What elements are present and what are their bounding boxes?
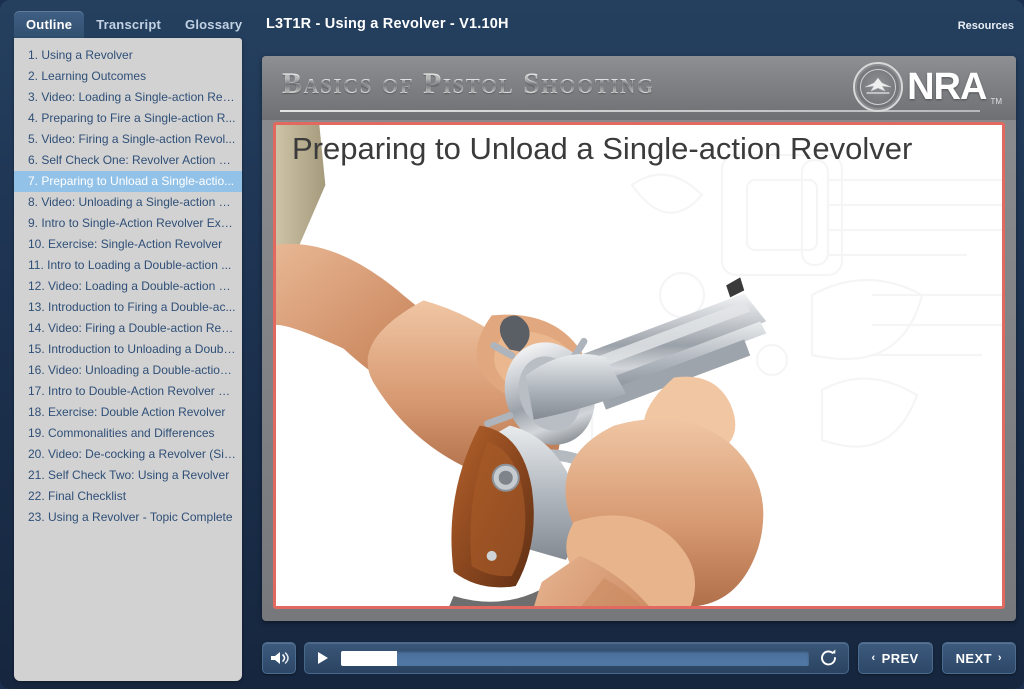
- volume-button[interactable]: [262, 642, 296, 674]
- outline-item[interactable]: 8. Video: Unloading a Single-action R...: [14, 192, 242, 213]
- next-button-label: NEXT: [955, 650, 992, 666]
- outline-item[interactable]: 7. Preparing to Unload a Single-actio...: [14, 171, 242, 192]
- page-title: L3T1R - Using a Revolver - V1.10H: [266, 16, 509, 32]
- outline-item-label: 8. Video: Unloading a Single-action R...: [28, 195, 238, 209]
- outline-item-label: 7. Preparing to Unload a Single-actio...: [28, 174, 235, 188]
- next-button[interactable]: NEXT ›: [941, 642, 1016, 674]
- tab-transcript-label: Transcript: [96, 17, 162, 32]
- chevron-right-icon: ›: [997, 652, 1002, 664]
- play-button[interactable]: [312, 647, 334, 669]
- eagle-icon: [865, 77, 892, 94]
- outline-item[interactable]: 14. Video: Firing a Double-action Rev...: [14, 318, 242, 339]
- outline-item-label: 16. Video: Unloading a Double-action...: [28, 363, 237, 377]
- outline-item-label: 10. Exercise: Single-Action Revolver: [28, 237, 223, 251]
- course-banner: Basics of Pistol Shooting NRA TM: [262, 56, 1016, 120]
- outline-item[interactable]: 2. Learning Outcomes: [14, 66, 242, 87]
- slide-canvas: Preparing to Unload a Single-action Revo…: [276, 125, 1002, 606]
- outline-item[interactable]: 4. Preparing to Fire a Single-action R..…: [14, 108, 242, 129]
- prev-button-label: PREV: [881, 650, 919, 666]
- outline-item[interactable]: 17. Intro to Double-Action Revolver E...: [14, 381, 242, 402]
- tab-glossary-label: Glossary: [185, 17, 243, 32]
- tab-transcript[interactable]: Transcript: [84, 11, 173, 38]
- outline-item-label: 20. Video: De-cocking a Revolver (Sin...: [28, 447, 241, 461]
- outline-item-label: 6. Self Check One: Revolver Action C...: [28, 153, 238, 167]
- revolver-photo: [276, 125, 767, 606]
- outline-item-label: 2. Learning Outcomes: [28, 69, 147, 83]
- outline-list: 1. Using a Revolver 2. Learning Outcomes 3…: [14, 45, 242, 528]
- outline-item-label: 17. Intro to Double-Action Revolver E...: [28, 384, 237, 398]
- nra-seal-icon: [853, 62, 904, 112]
- title-bar: L3T1R - Using a Revolver - V1.10H: [266, 16, 1012, 40]
- resources-link[interactable]: Resources: [958, 20, 1014, 32]
- outline-item[interactable]: 22. Final Checklist: [14, 486, 242, 507]
- outline-item[interactable]: 12. Video: Loading a Double-action R...: [14, 276, 242, 297]
- outline-item[interactable]: 13. Introduction to Firing a Double-ac..…: [14, 297, 242, 318]
- outline-item[interactable]: 6. Self Check One: Revolver Action C...: [14, 150, 242, 171]
- outline-item-label: 18. Exercise: Double Action Revolver: [28, 405, 226, 419]
- outline-item-label: 19. Commonalities and Differences: [28, 426, 215, 440]
- outline-item-label: 11. Intro to Loading a Double-action ...: [28, 258, 232, 272]
- transport-bar: [304, 642, 849, 674]
- outline-item[interactable]: 19. Commonalities and Differences: [14, 423, 242, 444]
- course-player-window: Outline Transcript Glossary 1. Using a R…: [0, 0, 1024, 689]
- banner-title: Basics of Pistol Shooting: [282, 67, 655, 100]
- progress-slider[interactable]: [341, 650, 809, 666]
- outline-item-label: 4. Preparing to Fire a Single-action R..…: [28, 111, 236, 125]
- outline-item-label: 9. Intro to Single-Action Revolver Exe..…: [28, 216, 238, 230]
- outline-item[interactable]: 9. Intro to Single-Action Revolver Exe..…: [14, 213, 242, 234]
- replay-button[interactable]: [817, 646, 841, 670]
- chevron-left-icon: ‹: [871, 652, 876, 664]
- outline-item[interactable]: 10. Exercise: Single-Action Revolver: [14, 234, 242, 255]
- slide-title: Preparing to Unload a Single-action Revo…: [292, 131, 913, 166]
- tab-glossary[interactable]: Glossary: [173, 11, 254, 38]
- tab-outline-label: Outline: [26, 17, 73, 32]
- outline-item[interactable]: 23. Using a Revolver - Topic Complete: [14, 507, 242, 528]
- outline-item-label: 15. Introduction to Unloading a Doubl...: [28, 342, 237, 356]
- nra-logo: NRA TM: [853, 62, 1002, 112]
- progress-fill: [341, 650, 398, 666]
- speaker-icon: [271, 652, 289, 664]
- outline-item-label: 23. Using a Revolver - Topic Complete: [28, 510, 233, 524]
- replay-icon: [820, 649, 836, 666]
- player-controls: ‹ PREV NEXT ›: [262, 639, 1016, 677]
- outline-item[interactable]: 21. Self Check Two: Using a Revolver: [14, 465, 242, 486]
- sidebar-tabbar: Outline Transcript Glossary: [8, 8, 246, 38]
- outline-item-label: 1. Using a Revolver: [28, 48, 133, 62]
- outline-item-label: 3. Video: Loading a Single-action Rev...: [28, 90, 238, 104]
- play-icon: [318, 652, 328, 664]
- outline-item[interactable]: 20. Video: De-cocking a Revolver (Sin...: [14, 444, 242, 465]
- slide-accent-border: Preparing to Unload a Single-action Revo…: [273, 122, 1005, 609]
- prev-button[interactable]: ‹ PREV: [857, 642, 933, 674]
- outline-item-label: 22. Final Checklist: [28, 489, 127, 503]
- outline-item[interactable]: 3. Video: Loading a Single-action Rev...: [14, 87, 242, 108]
- outline-item[interactable]: 1. Using a Revolver: [14, 45, 242, 66]
- outline-item-label: 5. Video: Firing a Single-action Revol..…: [28, 132, 236, 146]
- outline-item[interactable]: 15. Introduction to Unloading a Doubl...: [14, 339, 242, 360]
- nra-wordmark: NRA: [907, 66, 987, 108]
- outline-item-label: 13. Introduction to Firing a Double-ac..…: [28, 300, 236, 314]
- outline-panel: 1. Using a Revolver 2. Learning Outcomes 3…: [14, 38, 242, 681]
- outline-item-label: 21. Self Check Two: Using a Revolver: [28, 468, 230, 482]
- outline-item-label: 12. Video: Loading a Double-action R...: [28, 279, 238, 293]
- outline-item[interactable]: 11. Intro to Loading a Double-action ...: [14, 255, 242, 276]
- main-stage: L3T1R - Using a Revolver - V1.10H Resour…: [254, 0, 1024, 689]
- slide-frame: Basics of Pistol Shooting NRA TM Prepari…: [262, 56, 1016, 621]
- outline-item[interactable]: 18. Exercise: Double Action Revolver: [14, 402, 242, 423]
- outline-item[interactable]: 5. Video: Firing a Single-action Revol..…: [14, 129, 242, 150]
- sidebar: Outline Transcript Glossary 1. Using a R…: [8, 8, 246, 681]
- outline-item[interactable]: 16. Video: Unloading a Double-action...: [14, 360, 242, 381]
- outline-item-label: 14. Video: Firing a Double-action Rev...: [28, 321, 237, 335]
- nra-trademark: TM: [990, 97, 1002, 106]
- tab-outline[interactable]: Outline: [14, 11, 85, 38]
